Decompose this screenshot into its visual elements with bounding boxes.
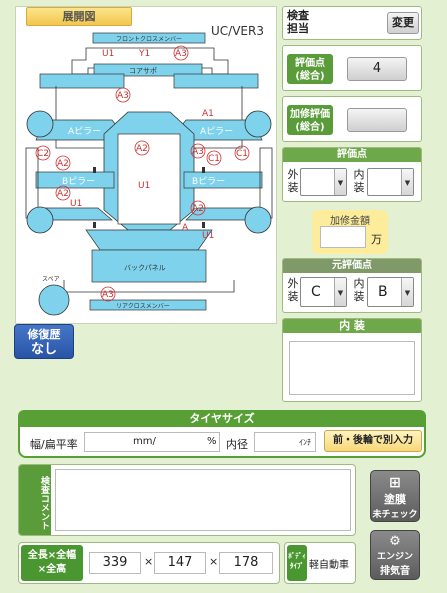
mark-c1-right: C1 <box>208 154 220 164</box>
label-rear-cross: リアクロスメンバー <box>116 303 170 310</box>
dimensions-label: 全長×全幅 ×全高 <box>21 545 83 581</box>
paint-check-button[interactable]: ⊞ 塗膜 未チェック <box>370 470 420 522</box>
width-input[interactable]: 147 <box>154 552 206 574</box>
dimensions-panel: 全長×全幅 ×全高 339 × 147 × 178 <box>18 542 280 584</box>
score-interior-select[interactable]: ▼ <box>367 168 414 196</box>
label-b-pillar-r: Bピラー <box>192 176 225 187</box>
overall-score-label: 評価点 (総合) <box>287 54 333 84</box>
original-score-panel: 元評価点 外装 C ▼ 内装 B ▼ <box>282 258 422 313</box>
chevron-down-icon: ▼ <box>401 278 413 306</box>
engine-sound-button[interactable]: ⚙ エンジン 排気音 <box>370 530 420 580</box>
mark-u1-lower-left: U1 <box>70 199 82 209</box>
paint-icon: ⊞ <box>389 475 401 491</box>
comment-label: 検査コメント <box>19 465 51 535</box>
label-a-pillar-r: Aピラー <box>200 126 233 137</box>
mark-a2-lower-right: A2 <box>192 204 204 214</box>
change-inspector-button[interactable]: 変更 <box>387 12 419 34</box>
repair-amount-input[interactable] <box>320 226 366 248</box>
engine-icon: ⚙ <box>389 534 401 549</box>
diagram-tab[interactable]: 展開図 <box>26 7 132 26</box>
tire-width-label: 幅/扁平率 <box>30 438 78 451</box>
original-exterior-select[interactable]: C ▼ <box>300 277 347 307</box>
repair-amount-unit: 万 <box>371 233 382 246</box>
height-input[interactable]: 178 <box>219 552 273 574</box>
times-2: × <box>209 555 219 568</box>
car-diagram[interactable]: U1 Y1 A3 A3 A1 A2 A3 C1 C1 C2 A2 U1 A2 U… <box>16 30 276 322</box>
tire-front-left <box>26 110 54 138</box>
repair-score-panel: 加修評価 (総合) <box>282 96 422 142</box>
repair-score-label: 加修評価 (総合) <box>287 105 333 135</box>
mark-u1-center: U1 <box>138 181 150 191</box>
mark-c1-edge: C1 <box>236 149 248 159</box>
original-exterior-label: 外装 <box>287 277 299 303</box>
mark-a-lower-right: A <box>182 223 189 233</box>
mark-a1-right: A1 <box>202 109 214 119</box>
mark-a3-top: A3 <box>175 49 187 59</box>
overall-score-panel: 評価点 (総合) 4 <box>282 45 422 91</box>
inspector-panel: 検査 担当 変更 <box>282 6 422 40</box>
score-exterior-select[interactable]: ▼ <box>300 168 347 196</box>
tire-inner-label: 内径 <box>226 438 248 451</box>
mark-a3-pillar-r: A3 <box>192 147 204 157</box>
score-panel: 評価点 外装 ▼ 内装 ▼ <box>282 147 422 202</box>
tire-width-input[interactable]: mm/ % <box>84 432 220 452</box>
score-interior-label: 内装 <box>353 168 365 194</box>
repair-history-button[interactable]: 修復歴 なし <box>14 324 74 359</box>
score-title: 評価点 <box>283 148 421 162</box>
tire-inch-unit: ｲﾝﾁ <box>299 438 311 447</box>
repair-history-line2: なし <box>30 342 57 357</box>
body-type-panel: ﾎﾞﾃﾞｨ ﾀｲﾌﾟ 軽自動車 <box>284 542 356 584</box>
comment-textarea[interactable] <box>55 469 351 531</box>
mark-a2-roof: A2 <box>136 144 148 154</box>
split-tire-button[interactable]: 前・後輪で別入力 <box>324 430 422 452</box>
score-exterior-label: 外装 <box>287 168 299 194</box>
tire-title: タイヤサイズ <box>18 410 426 427</box>
mark-a2-lower-left: A2 <box>57 189 69 199</box>
tire-front-right <box>244 110 272 138</box>
label-front-cross: フロントクロスメンバー <box>116 36 182 43</box>
interior-title: 内 装 <box>283 319 421 333</box>
repair-score-select[interactable] <box>347 108 407 132</box>
mark-y1-top: Y1 <box>138 49 150 59</box>
inspector-label: 検査 担当 <box>287 9 309 35</box>
body-type-label: ﾎﾞﾃﾞｨ ﾀｲﾌﾟ <box>287 545 307 581</box>
mark-a3-bottom: A3 <box>102 290 114 300</box>
times-1: × <box>144 555 154 568</box>
mark-u1-top: U1 <box>102 49 114 59</box>
chevron-down-icon: ▼ <box>334 278 346 306</box>
tire-rear-left <box>26 206 54 234</box>
overall-score-select[interactable]: 4 <box>347 57 407 81</box>
mark-c2-left: C2 <box>37 149 49 159</box>
original-interior-label: 内装 <box>353 277 365 303</box>
label-b-pillar-l: Bピラー <box>62 176 95 187</box>
tire-mm-unit: mm/ <box>133 436 156 447</box>
label-core-support: コアサポ <box>129 67 157 75</box>
original-interior-select[interactable]: B ▼ <box>367 277 414 307</box>
chevron-down-icon: ▼ <box>401 169 413 195</box>
chevron-down-icon: ▼ <box>334 169 346 195</box>
label-back-panel: バックパネル <box>124 264 166 272</box>
mark-u1-lower-right: U1 <box>202 231 214 241</box>
repair-amount-box: 加修金額 万 <box>312 210 388 254</box>
original-score-title: 元評価点 <box>283 259 421 273</box>
label-spare: スペア <box>42 276 60 283</box>
interior-panel: 内 装 <box>282 318 422 402</box>
repair-history-line1: 修復歴 <box>27 328 61 341</box>
length-input[interactable]: 339 <box>89 552 141 574</box>
mark-a3-hood: A3 <box>117 91 129 101</box>
tire-rear-right <box>244 206 272 234</box>
spare-tire <box>38 284 70 316</box>
mark-a2-left: A2 <box>57 159 69 169</box>
body-type-value: 軽自動車 <box>309 560 349 571</box>
tire-inner-input[interactable]: ｲﾝﾁ <box>254 432 316 452</box>
label-a-pillar-l: Aピラー <box>68 126 101 137</box>
comment-panel: 検査コメント <box>18 464 356 536</box>
interior-textarea[interactable] <box>289 341 415 395</box>
tire-panel: タイヤサイズ 幅/扁平率 mm/ % 内径 ｲﾝﾁ 前・後輪で別入力 <box>18 410 426 458</box>
repair-amount-title: 加修金額 <box>330 216 370 227</box>
tire-pct-unit: % <box>207 436 217 447</box>
